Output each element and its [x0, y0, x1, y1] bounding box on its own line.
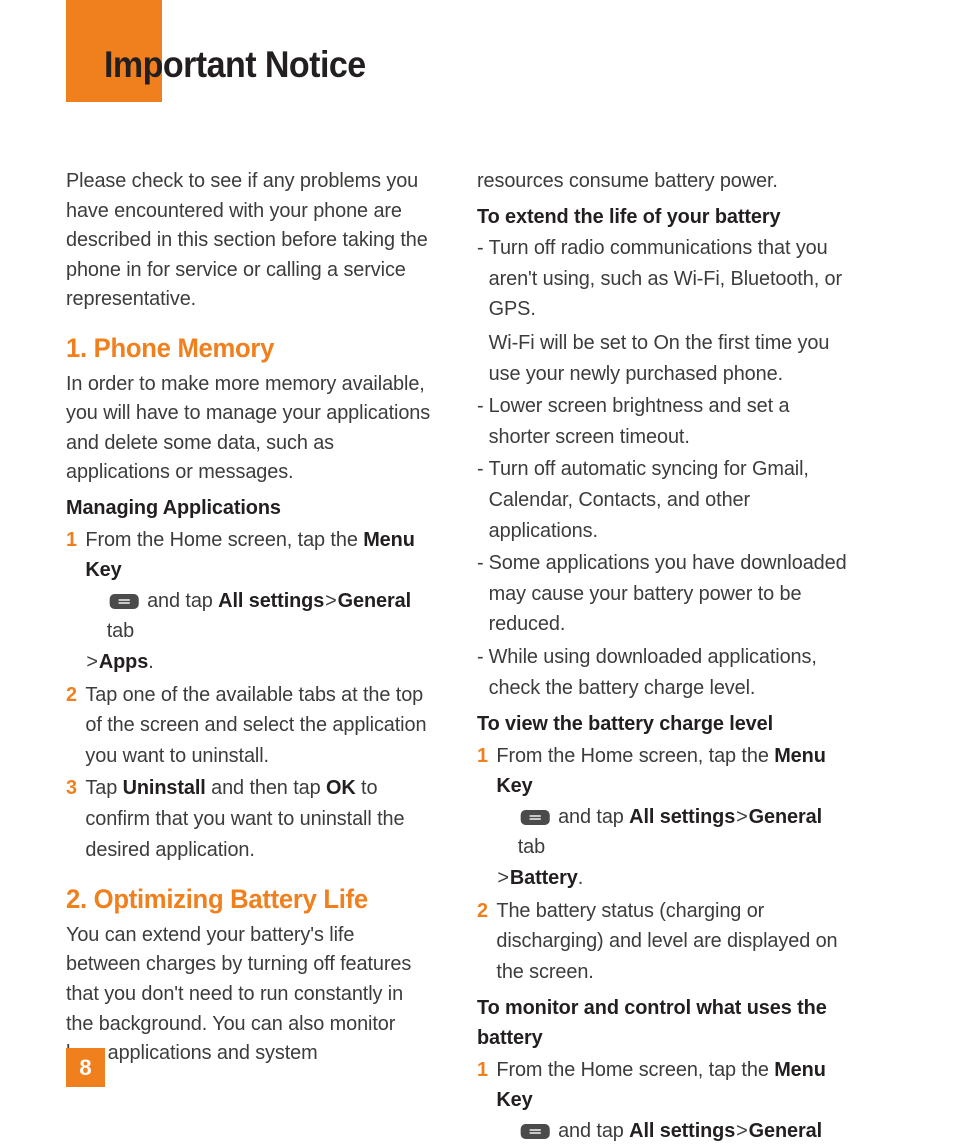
- chevron-separator: >: [736, 804, 748, 828]
- step-bold-general: General: [748, 1118, 823, 1142]
- bullet-text: Some applications you have downloaded ma…: [488, 551, 847, 636]
- extend-battery-list: - Turn off radio communications that you …: [477, 233, 862, 703]
- view-battery-steps: 1 From the Home screen, tap the Menu Key …: [477, 741, 862, 988]
- section-heading-phone-memory: 1. Phone Memory: [66, 332, 275, 363]
- list-item: 1 From the Home screen, tap the Menu Key …: [477, 741, 850, 894]
- bullet-text: Turn off radio communications that you a…: [488, 236, 843, 321]
- menu-key-icon: [109, 593, 139, 609]
- step-marker: 2: [66, 682, 77, 706]
- step-bold-apps: Apps: [98, 650, 149, 673]
- chevron-separator: >: [325, 588, 337, 612]
- step-bold-general: General: [337, 588, 412, 612]
- list-item: - Turn off automatic syncing for Gmail, C…: [477, 454, 850, 546]
- dash-bullet: -: [477, 236, 484, 260]
- bullet-note: Wi-Fi will be set to On the first time y…: [488, 330, 830, 385]
- step-text-part: and tap: [141, 588, 219, 612]
- managing-applications-steps: 1 From the Home screen, tap the Menu Key …: [66, 525, 442, 866]
- left-column: Please check to see if any problems you …: [66, 166, 442, 1068]
- step-bold-all-settings: All settings: [218, 588, 325, 612]
- right-column: resources consume battery power. To exte…: [477, 166, 862, 1145]
- list-item: 3 Tap Uninstall and then tap OK to confir…: [66, 773, 431, 865]
- list-item: 2 Tap one of the available tabs at the to…: [66, 680, 431, 772]
- list-item: 1 From the Home screen, tap the Menu Key …: [66, 525, 431, 678]
- chevron-separator: >: [86, 650, 98, 673]
- optimizing-battery-body: You can extend your battery's life betwe…: [66, 922, 412, 1065]
- step-text-part: From the Home screen, tap the: [496, 743, 775, 767]
- step-bold-general: General: [748, 804, 823, 828]
- step-text-part: Tap: [85, 776, 123, 800]
- step-text-part: tab: [517, 835, 546, 859]
- chevron-separator: >: [736, 1118, 748, 1142]
- phone-memory-body: In order to make more memory available, …: [66, 371, 431, 484]
- step-bold-uninstall: Uninstall: [122, 776, 206, 800]
- step-marker: 2: [477, 898, 488, 922]
- list-item: 1 From the Home screen, tap the Menu Key …: [477, 1055, 850, 1145]
- step-marker: 1: [477, 743, 488, 767]
- page-number-badge: 8: [66, 1048, 105, 1087]
- monitor-battery-steps: 1 From the Home screen, tap the Menu Key …: [477, 1055, 862, 1145]
- step-text-part: From the Home screen, tap the: [85, 527, 364, 551]
- step-bold-ok: OK: [325, 776, 356, 800]
- section-heading-optimizing-battery-life: 2. Optimizing Battery Life: [66, 884, 368, 915]
- continued-paragraph: resources consume battery power.: [477, 169, 778, 192]
- step-bold-all-settings: All settings: [629, 1118, 736, 1142]
- step-text-part: From the Home screen, tap the: [496, 1057, 775, 1081]
- step-text-part: .: [577, 866, 584, 890]
- step-text: The battery status (charging or discharg…: [496, 898, 838, 983]
- menu-key-icon: [520, 809, 550, 825]
- step-marker: 3: [66, 776, 77, 800]
- step-text-part: .: [148, 650, 154, 673]
- bullet-text: Turn off automatic syncing for Gmail, Ca…: [488, 457, 809, 542]
- dash-bullet: -: [477, 551, 484, 575]
- dash-bullet: -: [477, 644, 484, 668]
- step-text-part: and tap: [552, 804, 630, 828]
- subheading-view-battery-charge-level: To view the battery charge level: [477, 712, 774, 736]
- dash-bullet: -: [477, 457, 484, 481]
- chevron-separator: >: [497, 866, 509, 890]
- menu-key-icon: [520, 1123, 550, 1139]
- step-text-part: and tap: [552, 1118, 630, 1142]
- step-marker: 1: [66, 527, 77, 551]
- bullet-text: Lower screen brightness and set a shorte…: [488, 394, 790, 448]
- step-bold-all-settings: All settings: [629, 804, 736, 828]
- step-marker: 1: [477, 1057, 488, 1081]
- subheading-managing-applications: Managing Applications: [66, 496, 281, 520]
- step-bold-battery: Battery: [509, 866, 578, 890]
- subheading-monitor-control-battery: To monitor and control what uses the bat…: [477, 996, 827, 1050]
- list-item: - Turn off radio communications that you …: [477, 233, 850, 389]
- list-item: - Some applications you have downloaded m…: [477, 548, 850, 640]
- list-item: - While using downloaded applications, ch…: [477, 642, 850, 703]
- list-item: 2 The battery status (charging or dischar…: [477, 896, 850, 988]
- step-text: Tap one of the available tabs at the top…: [85, 682, 427, 767]
- intro-paragraph: Please check to see if any problems you …: [66, 169, 428, 311]
- bullet-text: While using downloaded applications, che…: [488, 644, 817, 699]
- subheading-extend-battery-life: To extend the life of your battery: [477, 204, 781, 228]
- page-title: Important Notice: [104, 44, 366, 85]
- step-text-part: tab: [106, 619, 135, 643]
- dash-bullet: -: [477, 394, 484, 418]
- manual-page: Important Notice Please check to see if …: [0, 0, 954, 1145]
- step-text-part: and then tap: [205, 776, 326, 800]
- list-item: - Lower screen brightness and set a short…: [477, 391, 850, 452]
